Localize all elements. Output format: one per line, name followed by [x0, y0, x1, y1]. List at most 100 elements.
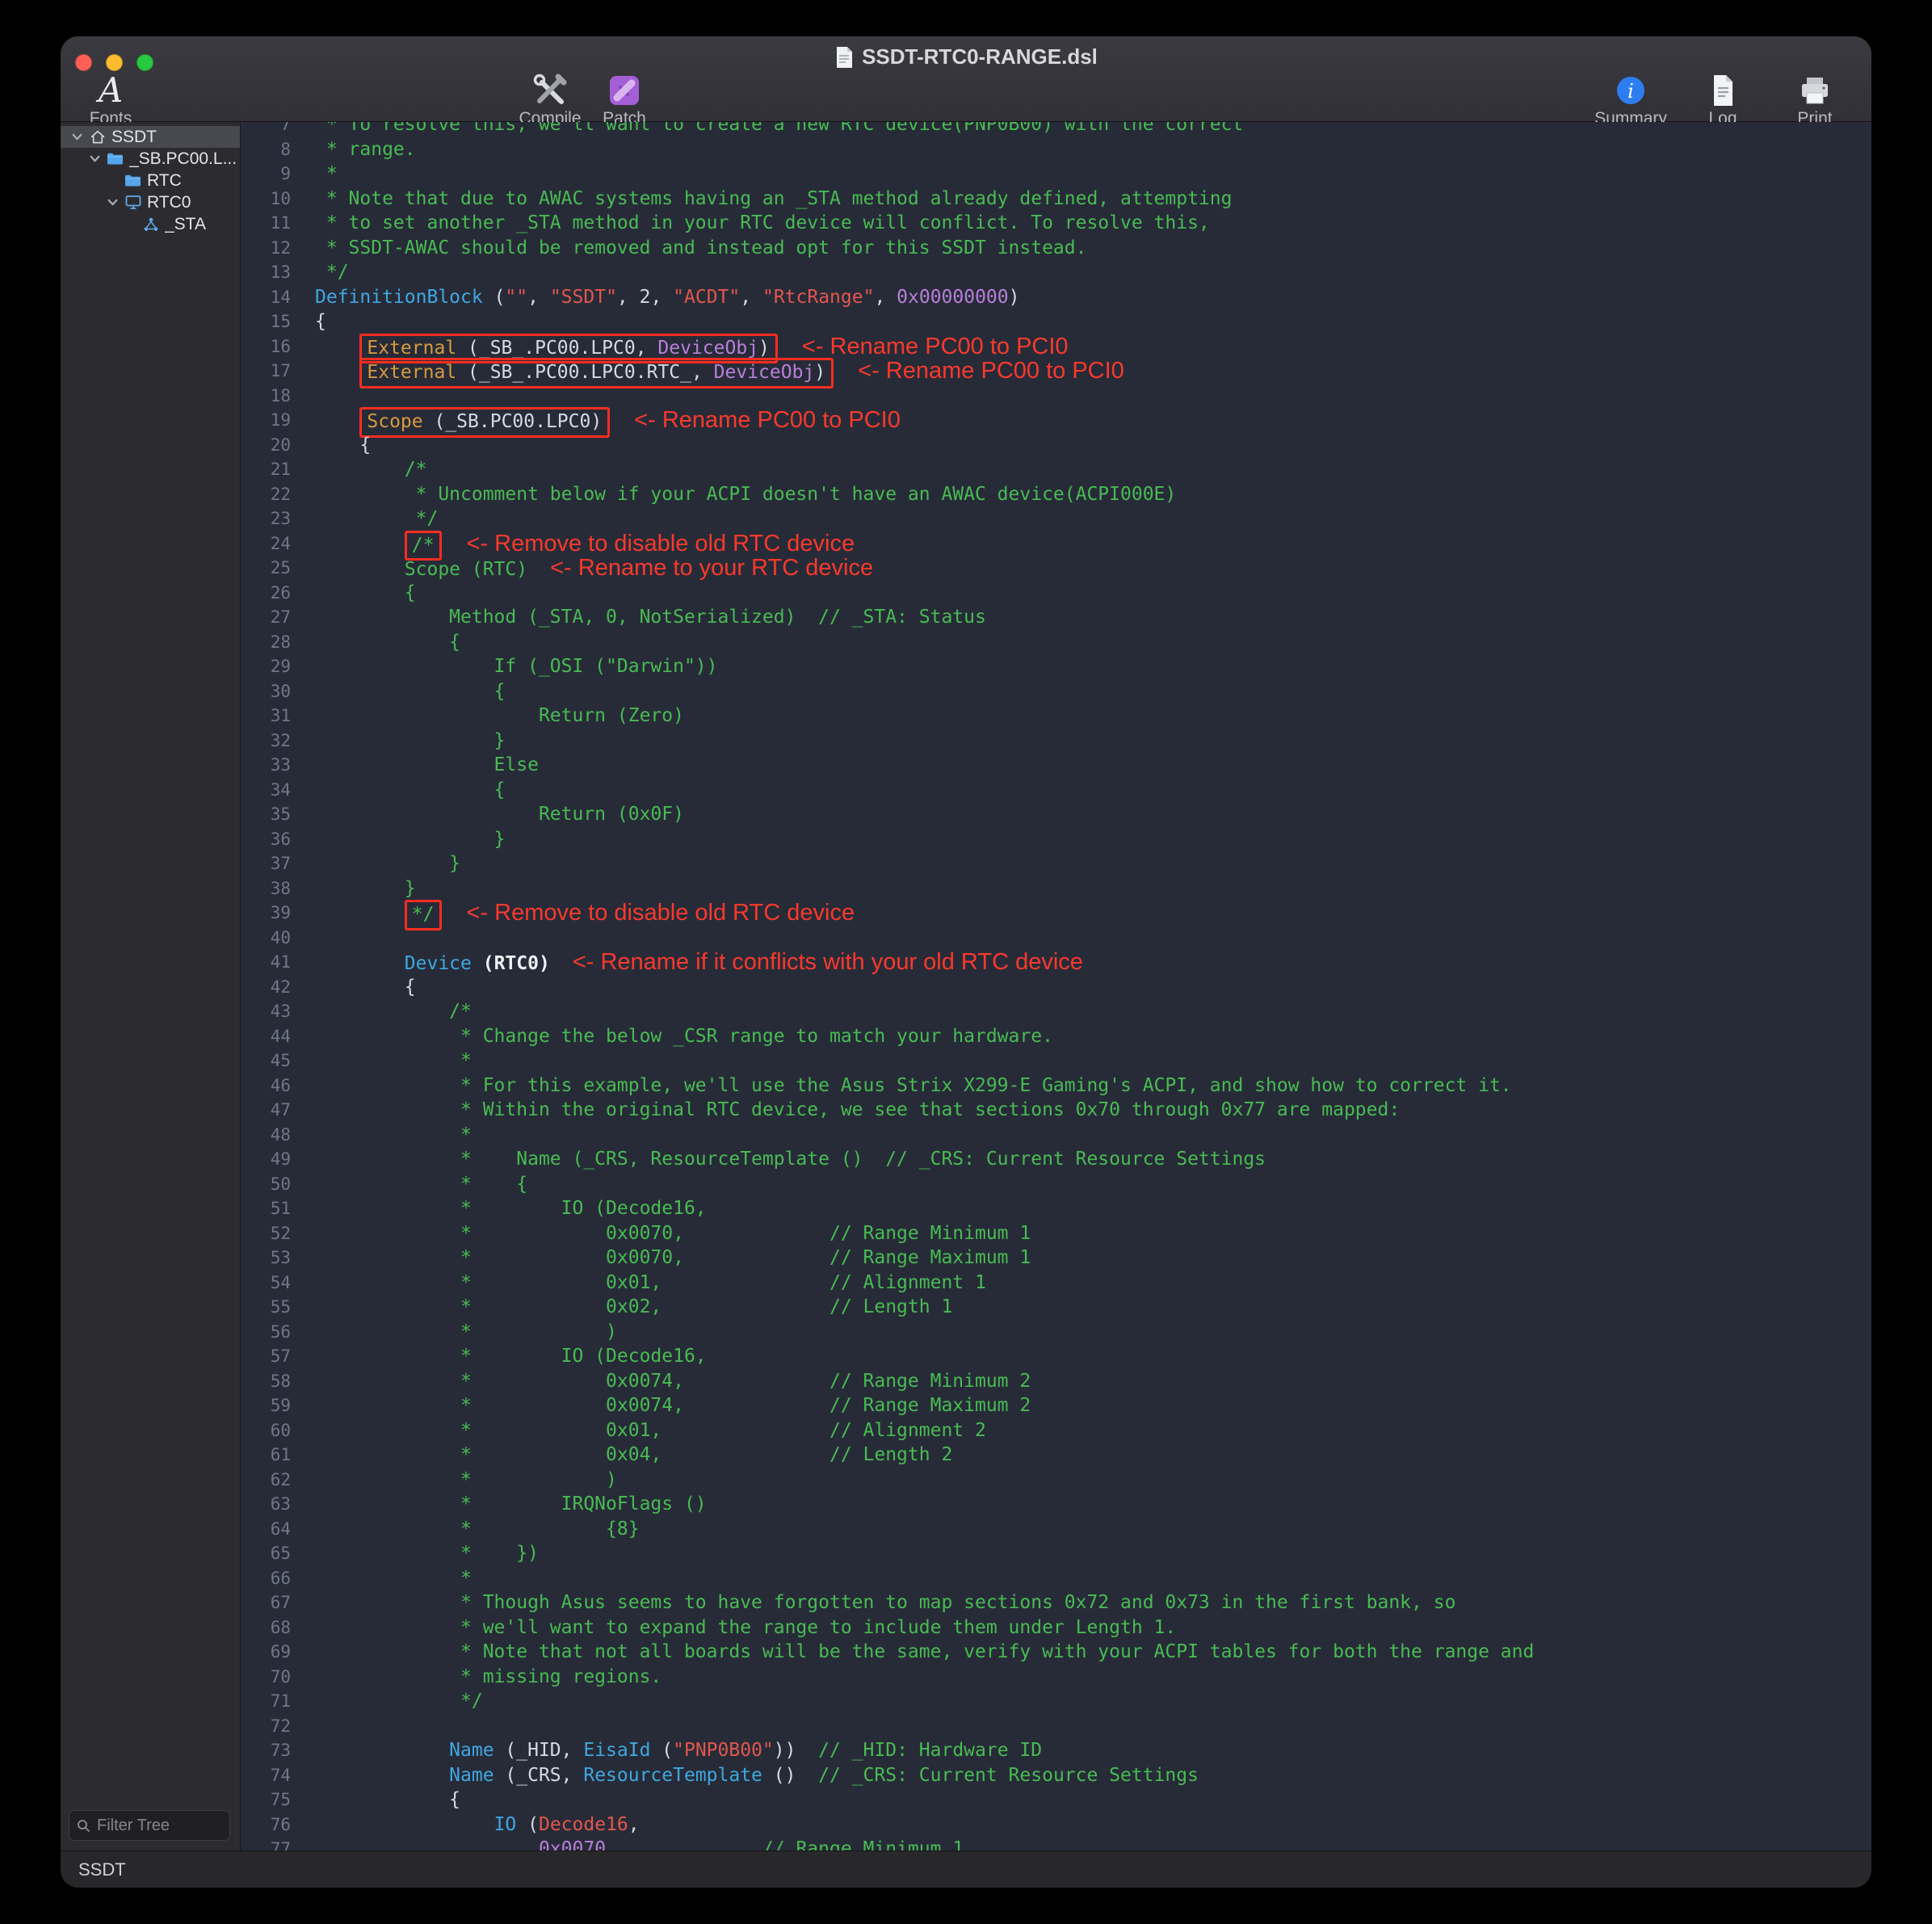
line-number: 62: [241, 1468, 302, 1493]
code-line[interactable]: 73 Name (_HID, EisaId ("PNP0B00")) // _H…: [241, 1738, 1871, 1763]
code-line[interactable]: 17 External (_SB_.PC00.LPC0.RTC_, Device…: [241, 359, 1871, 384]
code-line[interactable]: 37 }: [241, 851, 1871, 876]
code-segment: ,: [606, 1838, 762, 1850]
code-line[interactable]: 25 Scope (RTC)<- Rename to your RTC devi…: [241, 556, 1871, 581]
tree-item-rtc[interactable]: RTC: [61, 170, 240, 191]
code-line[interactable]: 63 * IRQNoFlags (): [241, 1492, 1871, 1517]
chevron-down-icon[interactable]: [103, 195, 122, 209]
code-line[interactable]: 46 * For this example, we'll use the Asu…: [241, 1073, 1871, 1099]
line-number: 56: [241, 1320, 302, 1345]
code-line[interactable]: 74 Name (_CRS, ResourceTemplate () // _C…: [241, 1763, 1871, 1788]
code-segment: ResourceTemplate: [583, 1765, 762, 1786]
code-line[interactable]: 10 * Note that due to AWAC systems havin…: [241, 187, 1871, 212]
code-line[interactable]: 58 * 0x0074, // Range Minimum 2: [241, 1369, 1871, 1394]
chevron-down-icon[interactable]: [67, 130, 86, 144]
code-line[interactable]: 44 * Change the below _CSR range to matc…: [241, 1024, 1871, 1049]
code-line[interactable]: 75 {: [241, 1787, 1871, 1813]
code-line[interactable]: 40: [241, 926, 1871, 951]
code-line[interactable]: 14DefinitionBlock ("", "SSDT", 2, "ACDT"…: [241, 285, 1871, 310]
code-line[interactable]: 56 * ): [241, 1320, 1871, 1345]
code-line[interactable]: 50 * {: [241, 1172, 1871, 1197]
code-line[interactable]: 36 }: [241, 827, 1871, 852]
code-line[interactable]: 27 Method (_STA, 0, NotSerialized) // _S…: [241, 605, 1871, 630]
code-line[interactable]: 65 * }): [241, 1541, 1871, 1566]
code-segment: (RTC0): [483, 953, 550, 974]
code-line[interactable]: 7 * To resolve this, we'll want to creat…: [241, 122, 1871, 137]
filter-tree-field[interactable]: [69, 1810, 230, 1841]
code-line[interactable]: 16 External (_SB_.PC00.LPC0, DeviceObj)<…: [241, 334, 1871, 359]
annotation-text: <- Rename PC00 to PCI0: [858, 358, 1124, 384]
chevron-down-icon[interactable]: [85, 152, 104, 166]
code-line[interactable]: 48 *: [241, 1123, 1871, 1148]
toolbar-button-summary[interactable]: iSummary: [1594, 72, 1668, 128]
code-line[interactable]: 32 }: [241, 729, 1871, 754]
code-line[interactable]: 8 * range.: [241, 137, 1871, 162]
code-line[interactable]: 55 * 0x02, // Length 1: [241, 1295, 1871, 1320]
code-line[interactable]: 41 Device (RTC0)<- Rename if it conflict…: [241, 950, 1871, 975]
toolbar-button-compile[interactable]: Compile: [513, 72, 587, 128]
code-area[interactable]: 7 * To resolve this, we'll want to creat…: [241, 122, 1871, 1850]
code-line[interactable]: 43 /*: [241, 999, 1871, 1024]
code-line[interactable]: 28 {: [241, 630, 1871, 655]
code-line[interactable]: 51 * IO (Decode16,: [241, 1196, 1871, 1221]
code-editor[interactable]: 7 * To resolve this, we'll want to creat…: [241, 122, 1871, 1850]
code-line[interactable]: 68 * we'll want to expand the range to i…: [241, 1615, 1871, 1640]
code-line[interactable]: 52 * 0x0070, // Range Minimum 1: [241, 1221, 1871, 1246]
code-line[interactable]: 24 /*<- Remove to disable old RTC device: [241, 531, 1871, 557]
code-line[interactable]: 59 * 0x0074, // Range Maximum 2: [241, 1393, 1871, 1418]
code-line[interactable]: 71 */: [241, 1689, 1871, 1714]
code-line[interactable]: 33 Else: [241, 753, 1871, 778]
line-number: 64: [241, 1517, 302, 1542]
code-line[interactable]: 53 * 0x0070, // Range Maximum 1: [241, 1246, 1871, 1271]
code-line[interactable]: 34 {: [241, 778, 1871, 803]
compile-icon: [531, 72, 569, 109]
code-line[interactable]: 23 */: [241, 506, 1871, 531]
code-line[interactable]: 70 * missing regions.: [241, 1665, 1871, 1690]
tree-item-ssdt[interactable]: SSDT: [61, 126, 240, 148]
code-line[interactable]: 47 * Within the original RTC device, we …: [241, 1098, 1871, 1123]
code-line[interactable]: 77 0x0070, // Range Minimum 1: [241, 1837, 1871, 1850]
code-line[interactable]: 19 Scope (_SB.PC00.LPC0)<- Rename PC00 t…: [241, 408, 1871, 433]
code-line[interactable]: 15{: [241, 309, 1871, 334]
line-number: 33: [241, 753, 302, 778]
line-number: 73: [241, 1738, 302, 1763]
filter-tree-input[interactable]: [95, 1816, 223, 1836]
code-line[interactable]: 72: [241, 1714, 1871, 1739]
toolbar-button-print[interactable]: Print: [1778, 72, 1852, 128]
code-line[interactable]: 35 Return (0x0F): [241, 802, 1871, 827]
code-line[interactable]: 49 * Name (_CRS, ResourceTemplate () // …: [241, 1147, 1871, 1172]
code-line[interactable]: 67 * Though Asus seems to have forgotten…: [241, 1590, 1871, 1615]
code-line[interactable]: 29 If (_OSI ("Darwin")): [241, 654, 1871, 679]
code-line[interactable]: 38 }: [241, 876, 1871, 901]
code-line[interactable]: 26 {: [241, 581, 1871, 606]
tree-item-rtc0[interactable]: RTC0: [61, 191, 240, 213]
line-number: 61: [241, 1443, 302, 1468]
code-line[interactable]: 62 * ): [241, 1468, 1871, 1493]
code-line[interactable]: 22 * Uncomment below if your ACPI doesn'…: [241, 482, 1871, 507]
code-line[interactable]: 60 * 0x01, // Alignment 2: [241, 1418, 1871, 1443]
toolbar-button-log[interactable]: Log: [1686, 72, 1760, 128]
code-line[interactable]: 61 * 0x04, // Length 2: [241, 1443, 1871, 1468]
tree-item-sta[interactable]: _STA: [61, 213, 240, 235]
code-line[interactable]: 11 * to set another _STA method in your …: [241, 211, 1871, 236]
code-line[interactable]: 76 IO (Decode16,: [241, 1813, 1871, 1838]
toolbar-button-patch[interactable]: Patch: [587, 72, 662, 128]
code-line[interactable]: 66 *: [241, 1566, 1871, 1591]
code-line[interactable]: 54 * 0x01, // Alignment 1: [241, 1271, 1871, 1296]
code-line[interactable]: 69 * Note that not all boards will be th…: [241, 1640, 1871, 1665]
code-line[interactable]: 30 {: [241, 679, 1871, 704]
line-number: 20: [241, 433, 302, 458]
code-line[interactable]: 21 /*: [241, 457, 1871, 482]
code-line[interactable]: 57 * IO (Decode16,: [241, 1344, 1871, 1369]
tree-item-sb-pc00-l[interactable]: _SB.PC00.L...: [61, 148, 240, 170]
code-line[interactable]: 42 {: [241, 975, 1871, 1000]
code-line[interactable]: 39 */<- Remove to disable old RTC device: [241, 901, 1871, 926]
code-line[interactable]: 45 *: [241, 1048, 1871, 1073]
code-line[interactable]: 64 * {8}: [241, 1517, 1871, 1542]
code-line[interactable]: 9 *: [241, 162, 1871, 187]
code-line[interactable]: 13 */: [241, 260, 1871, 285]
code-line[interactable]: 31 Return (Zero): [241, 704, 1871, 729]
code-line[interactable]: 12 * SSDT-AWAC should be removed and ins…: [241, 236, 1871, 261]
highlight-box: External (_SB_.PC00.LPC0.RTC_, DeviceObj…: [359, 358, 834, 389]
toolbar-button-fonts[interactable]: AFonts: [74, 72, 148, 128]
